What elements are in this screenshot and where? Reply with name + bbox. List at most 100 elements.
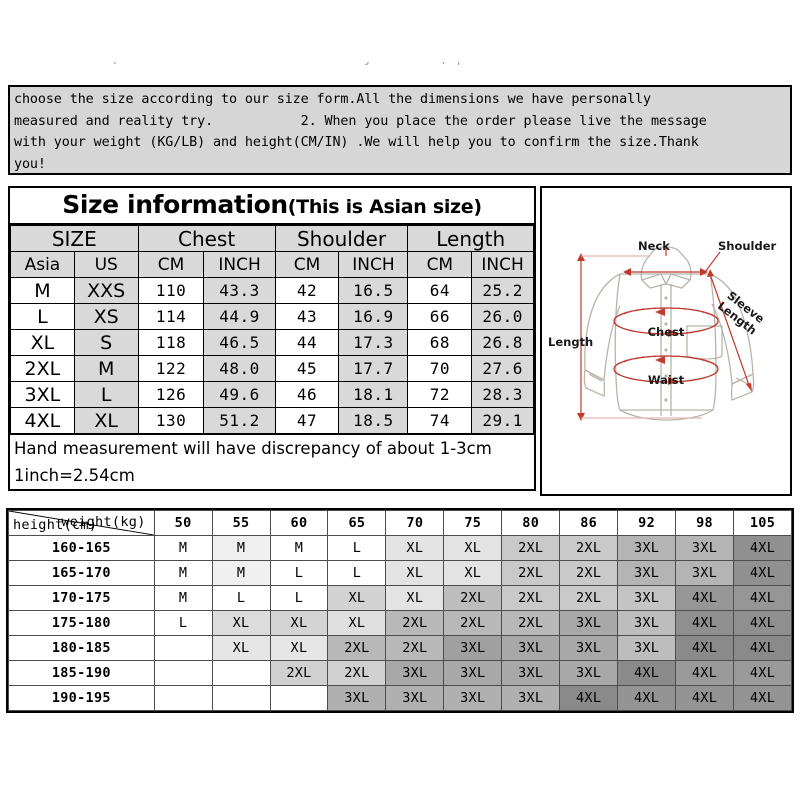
- size-cell-us: L: [73, 381, 139, 408]
- matrix-size-cell: 4XL: [733, 560, 792, 586]
- matrix-size-cell: 2XL: [327, 635, 387, 661]
- matrix-size-cell: 2XL: [443, 610, 503, 636]
- size-cell-asia: XL: [10, 329, 75, 356]
- matrix-size-cell: [211, 660, 271, 686]
- matrix-height-header: 190-195: [8, 685, 155, 711]
- matrix-size-cell: 4XL: [733, 685, 792, 711]
- size-table-body: M XXS 110 43.3 42 16.5 64 25.2 L XS 114 44.9 43 16.9 6…: [10, 277, 534, 434]
- matrix-row: 165-170 M M L L XL XL 2XL 2XL 3XL 3XL 4XL: [8, 560, 792, 586]
- matrix-size-cell: XL: [443, 535, 503, 561]
- matrix-height-header: 170-175: [8, 585, 155, 611]
- matrix-size-cell: XL: [385, 535, 445, 561]
- matrix-height-header: 165-170: [8, 560, 155, 586]
- size-cell-chest_in: 48.0: [203, 355, 276, 382]
- matrix-size-cell: XL: [443, 560, 503, 586]
- shirt-measurement-diagram: Neck Shoulder Length Chest Waist Sleeve …: [540, 186, 792, 496]
- size-cell-us: XXS: [73, 277, 139, 304]
- matrix-size-cell: 2XL: [443, 585, 503, 611]
- matrix-size-cell: 4XL: [733, 660, 792, 686]
- matrix-size-cell: 4XL: [559, 685, 619, 711]
- size-cell-chest_cm: 118: [137, 329, 205, 356]
- size-cell-shoulder_in: 18.5: [338, 407, 409, 434]
- matrix-size-cell: [153, 660, 213, 686]
- size-cell-chest_cm: 114: [137, 303, 205, 330]
- matrix-weight-header: 65: [327, 510, 387, 536]
- size-cell-shoulder_cm: 45: [274, 355, 340, 382]
- size-note-line-2: 1inch=2.54cm: [10, 462, 534, 489]
- matrix-size-cell: XL: [211, 610, 271, 636]
- matrix-height-header: 160-165: [8, 535, 155, 561]
- size-cell-length_in: 25.2: [471, 277, 534, 304]
- matrix-size-cell: 3XL: [675, 560, 734, 586]
- matrix-size-cell: 2XL: [385, 635, 445, 661]
- size-cell-length_cm: 66: [407, 303, 473, 330]
- matrix-size-cell: 3XL: [617, 535, 677, 561]
- size-cell-shoulder_in: 16.9: [338, 303, 409, 330]
- matrix-size-cell: [153, 685, 213, 711]
- matrix-size-cell: 2XL: [269, 660, 329, 686]
- size-group-header-chest: Chest: [137, 225, 276, 252]
- matrix-weight-header: 92: [617, 510, 677, 536]
- size-chart-page: Dear friends, in order to avoid unnecess…: [0, 0, 800, 800]
- matrix-size-cell: L: [269, 585, 329, 611]
- matrix-weight-header: 86: [559, 510, 619, 536]
- matrix-size-cell: M: [211, 535, 271, 561]
- matrix-height-header: 175-180: [8, 610, 155, 636]
- matrix-weight-header: 75: [443, 510, 503, 536]
- size-cell-chest_in: 49.6: [203, 381, 276, 408]
- size-cell-us: S: [73, 329, 139, 356]
- matrix-weight-header: 70: [385, 510, 445, 536]
- matrix-size-cell: 4XL: [617, 685, 677, 711]
- matrix-header-row: weight(kg) height(cm) 50 55 60 65 70 75 80 86 92…: [8, 510, 792, 536]
- matrix-size-cell: L: [211, 585, 271, 611]
- matrix-size-cell: 2XL: [501, 610, 561, 636]
- matrix-size-cell: 3XL: [327, 685, 387, 711]
- matrix-size-cell: 3XL: [443, 635, 503, 661]
- size-cell-shoulder_cm: 43: [274, 303, 340, 330]
- size-cell-chest_in: 44.9: [203, 303, 276, 330]
- diagram-label-sleeve-length: Sleeve Length: [715, 288, 767, 337]
- matrix-size-cell: XL: [327, 610, 387, 636]
- size-unit-header-length-cm: CM: [407, 251, 473, 278]
- size-table-row: M XXS 110 43.3 42 16.5 64 25.2: [10, 277, 534, 304]
- size-cell-chest_in: 43.3: [203, 277, 276, 304]
- size-cell-chest_cm: 126: [137, 381, 205, 408]
- size-table-group-header-row: SIZE Chest Shoulder Length: [10, 225, 534, 252]
- matrix-size-cell: 4XL: [733, 610, 792, 636]
- matrix-corner-cell: weight(kg) height(cm): [8, 510, 155, 536]
- matrix-size-cell: 3XL: [559, 610, 619, 636]
- size-cell-chest_cm: 110: [137, 277, 205, 304]
- matrix-size-cell: 2XL: [559, 535, 619, 561]
- size-cell-length_cm: 68: [407, 329, 473, 356]
- matrix-weight-header: 60: [269, 510, 329, 536]
- matrix-size-cell: 4XL: [675, 585, 734, 611]
- size-cell-shoulder_in: 17.3: [338, 329, 409, 356]
- size-unit-header-chest-inch: INCH: [203, 251, 276, 278]
- matrix-size-cell: 3XL: [559, 660, 619, 686]
- diagram-label-neck: Neck: [638, 239, 670, 253]
- matrix-row: 175-180 L XL XL XL 2XL 2XL 2XL 3XL 3XL 4XL 4XL: [8, 610, 792, 636]
- matrix-row: 180-185 XL XL 2XL 2XL 3XL 3XL 3XL 3XL 4XL 4XL: [8, 635, 792, 661]
- matrix-size-cell: L: [327, 560, 387, 586]
- matrix-size-cell: L: [153, 610, 213, 636]
- cutoff-top-text-value: Dear friends, in order to avoid unnecess…: [10, 62, 790, 65]
- size-cell-us: XL: [73, 407, 139, 434]
- matrix-size-cell: M: [211, 560, 271, 586]
- size-group-header-size: SIZE: [10, 225, 139, 252]
- matrix-size-cell: XL: [385, 585, 445, 611]
- matrix-size-cell: 3XL: [385, 685, 445, 711]
- size-cell-shoulder_cm: 42: [274, 277, 340, 304]
- matrix-size-cell: 4XL: [733, 535, 792, 561]
- matrix-size-cell: 4XL: [617, 660, 677, 686]
- size-cell-length_in: 29.1: [471, 407, 534, 434]
- matrix-size-cell: 3XL: [501, 635, 561, 661]
- size-cell-shoulder_cm: 44: [274, 329, 340, 356]
- matrix-size-cell: 2XL: [327, 660, 387, 686]
- diagram-label-length: Length: [548, 335, 593, 349]
- matrix-size-cell: 2XL: [501, 585, 561, 611]
- size-table-row: L XS 114 44.9 43 16.9 66 26.0: [10, 303, 534, 330]
- size-table-unit-header-row: Asia US CM INCH CM INCH CM INCH: [10, 251, 534, 278]
- intro-panel: choose the size according to our size fo…: [8, 85, 792, 175]
- size-cell-us: XS: [73, 303, 139, 330]
- size-group-header-length: Length: [407, 225, 534, 252]
